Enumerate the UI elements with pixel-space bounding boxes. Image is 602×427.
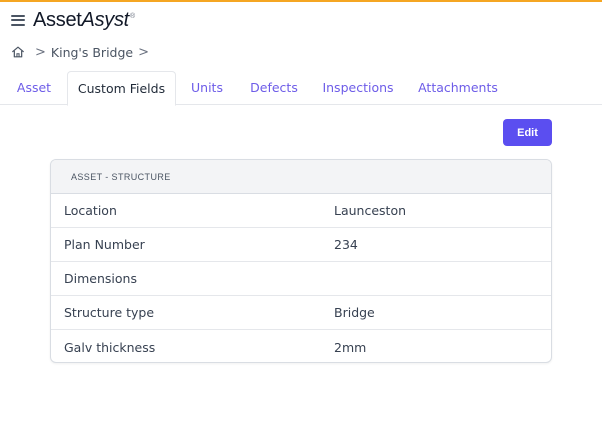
- field-value: Launceston: [334, 203, 407, 218]
- breadcrumb: > King's Bridge >: [11, 43, 154, 61]
- logo-text-asset: Asset: [33, 8, 82, 31]
- field-row-plan-number: Plan Number 234: [51, 228, 551, 262]
- tab-defects[interactable]: Defects: [243, 71, 305, 105]
- section-title: ASSET - STRUCTURE: [51, 160, 551, 194]
- field-row-structure-type: Structure type Bridge: [51, 296, 551, 330]
- app-header: Asset Asyst ®: [11, 8, 135, 32]
- field-label: Galv thickness: [64, 339, 156, 355]
- field-row-galv-thickness: Galv thickness 2mm: [51, 330, 551, 362]
- home-icon[interactable]: [11, 45, 25, 59]
- field-value: 2mm: [334, 339, 367, 355]
- field-label: Plan Number: [64, 237, 145, 252]
- tab-units[interactable]: Units: [183, 71, 231, 105]
- custom-fields-card: ASSET - STRUCTURE Location Launceston Pl…: [50, 159, 552, 363]
- breadcrumb-item-asset[interactable]: King's Bridge: [51, 45, 133, 60]
- app-logo[interactable]: Asset Asyst ®: [33, 9, 135, 32]
- tab-inspections[interactable]: Inspections: [318, 71, 398, 105]
- breadcrumb-separator: >: [138, 44, 150, 60]
- field-row-dimensions: Dimensions: [51, 262, 551, 296]
- field-label: Dimensions: [64, 271, 137, 286]
- tab-bar: Asset Custom Fields Units Defects Inspec…: [0, 71, 602, 106]
- tab-asset[interactable]: Asset: [8, 71, 60, 105]
- tab-attachments[interactable]: Attachments: [410, 71, 506, 105]
- field-label: Structure type: [64, 305, 155, 320]
- field-row-location: Location Launceston: [51, 194, 551, 228]
- edit-button[interactable]: Edit: [503, 119, 552, 146]
- field-value: 234: [334, 237, 358, 252]
- hamburger-menu-icon[interactable]: [11, 14, 25, 26]
- field-label: Location: [64, 203, 117, 218]
- top-accent-bar: [0, 0, 602, 2]
- tab-custom-fields[interactable]: Custom Fields: [67, 71, 176, 106]
- field-value: Bridge: [334, 305, 375, 320]
- breadcrumb-separator: >: [35, 44, 46, 60]
- registered-mark: ®: [129, 12, 135, 20]
- logo-text-asyst: Asyst: [81, 8, 130, 31]
